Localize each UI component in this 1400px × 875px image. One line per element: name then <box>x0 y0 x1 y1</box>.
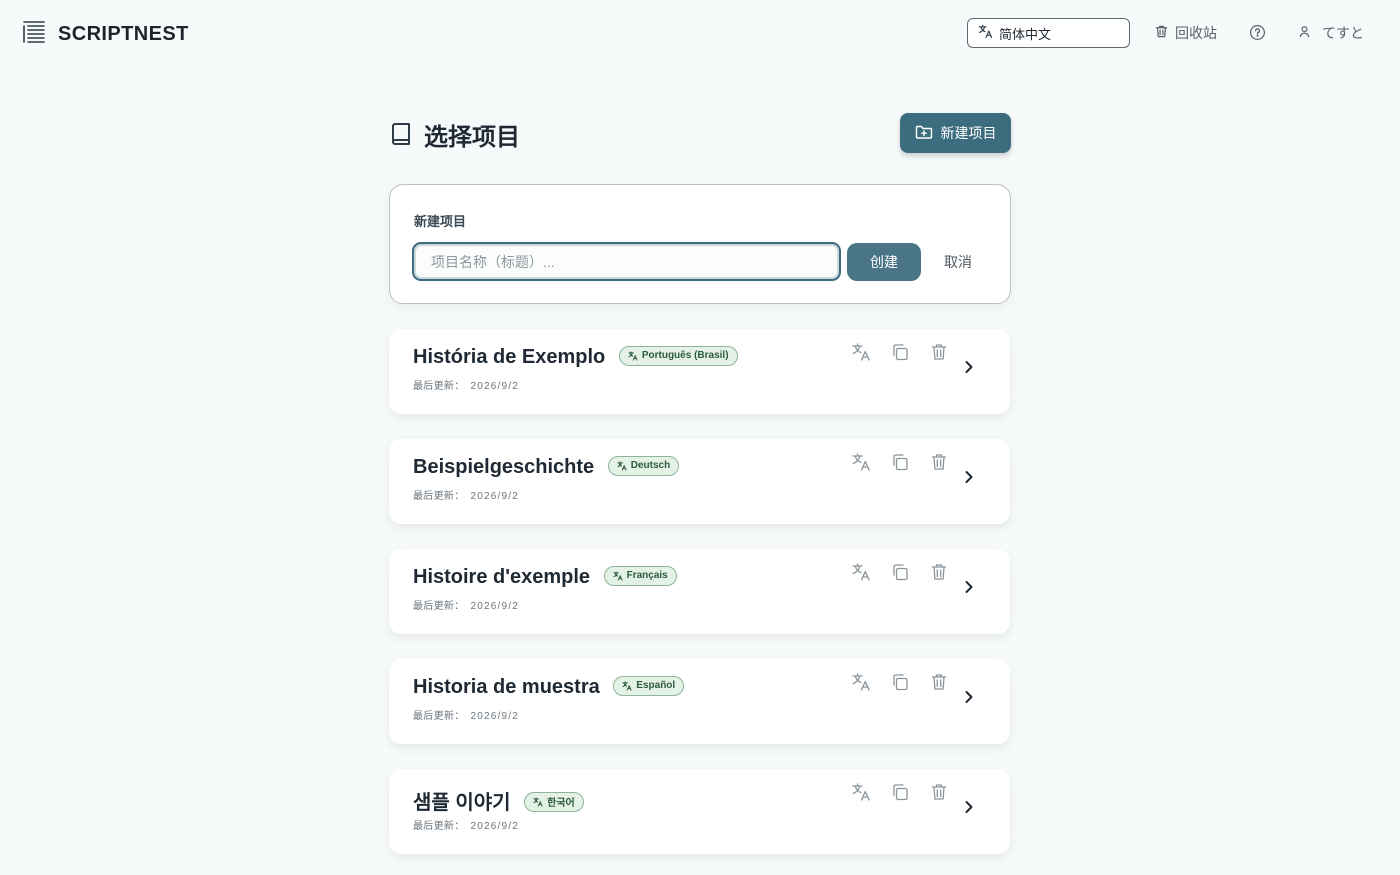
translate-icon[interactable] <box>851 562 871 582</box>
updated-label: 最后更新： <box>413 491 465 502</box>
translate-icon[interactable] <box>851 342 871 362</box>
translate-icon <box>613 571 623 581</box>
updated-date: 2026/9/2 <box>470 381 520 392</box>
translate-icon <box>628 351 638 361</box>
language-badge-label: 한국어 <box>547 798 575 810</box>
project-title-row: Historia de muestra Español <box>413 675 685 699</box>
card-actions <box>851 342 949 362</box>
trash-icon[interactable] <box>929 452 949 472</box>
user-icon <box>1297 24 1312 42</box>
user-menu[interactable]: てすと <box>1297 23 1364 43</box>
help-button[interactable] <box>1249 24 1266 41</box>
new-project-form: 新建项目 创建 取消 <box>389 184 1011 304</box>
updated-info: 最后更新： 2026/9/2 <box>413 487 519 502</box>
copy-icon[interactable] <box>890 342 910 362</box>
language-badge: Español <box>613 675 685 696</box>
project-name: Histoire d'exemple <box>413 566 591 588</box>
trash-icon[interactable] <box>929 782 949 802</box>
language-badge-label: Français <box>626 570 668 582</box>
chevron-right-icon[interactable] <box>961 468 977 486</box>
translate-icon <box>617 461 627 471</box>
card-actions <box>851 672 949 692</box>
card-actions <box>851 782 949 802</box>
language-badge-label: Português (Brasil) <box>641 350 729 362</box>
list-lines-icon <box>22 19 46 50</box>
project-name: Beispielgeschichte <box>413 456 595 478</box>
project-name: Historia de muestra <box>413 676 600 698</box>
updated-info: 最后更新： 2026/9/2 <box>413 377 519 392</box>
updated-label: 最后更新： <box>413 711 465 722</box>
page-title: 选择项目 <box>424 124 520 151</box>
form-label: 新建项目 <box>414 214 467 229</box>
book-icon <box>390 122 412 146</box>
app-logo[interactable]: SCRIPTNEST <box>22 19 189 50</box>
trash-icon[interactable] <box>929 562 949 582</box>
translate-icon[interactable] <box>851 452 871 472</box>
chevron-right-icon[interactable] <box>961 358 977 376</box>
updated-date: 2026/9/2 <box>470 711 520 722</box>
project-title-row: Histoire d'exemple Français <box>413 565 677 589</box>
trash-icon <box>1154 24 1169 42</box>
language-badge: Français <box>603 565 677 586</box>
updated-label: 最后更新： <box>413 601 465 612</box>
trash-link[interactable]: 回收站 <box>1154 23 1217 43</box>
translate-icon[interactable] <box>851 672 871 692</box>
language-badge-label: Deutsch <box>630 460 671 472</box>
project-name: 샘플 이야기 <box>413 792 511 814</box>
updated-info: 最后更新： 2026/9/2 <box>413 597 519 612</box>
chevron-right-icon[interactable] <box>961 798 977 816</box>
project-card[interactable]: Histoire d'exemple Français 最后更新： 2026/9/… <box>389 549 1010 634</box>
project-name: História de Exemplo <box>413 346 606 368</box>
chevron-right-icon[interactable] <box>961 688 977 706</box>
cancel-button[interactable]: 取消 <box>938 243 978 281</box>
translate-icon <box>622 681 632 691</box>
project-card[interactable]: História de Exemplo Português (Brasil) 最… <box>389 329 1010 414</box>
translate-icon <box>978 24 993 42</box>
copy-icon[interactable] <box>890 672 910 692</box>
project-title-row: História de Exemplo Português (Brasil) <box>413 345 738 369</box>
new-project-button[interactable]: 新建项目 <box>900 113 1011 153</box>
language-badge: Português (Brasil) <box>618 345 738 366</box>
updated-info: 最后更新： 2026/9/2 <box>413 707 519 722</box>
project-name-input[interactable] <box>412 242 841 281</box>
trash-icon[interactable] <box>929 342 949 362</box>
language-badge-label: Español <box>636 680 676 692</box>
updated-info: 最后更新： 2026/9/2 <box>413 817 519 832</box>
updated-label: 最后更新： <box>413 381 465 392</box>
folder-plus-icon <box>915 123 933 144</box>
language-badge: Deutsch <box>607 455 680 476</box>
language-badge: 한국어 <box>524 791 584 812</box>
card-actions <box>851 452 949 472</box>
trash-icon[interactable] <box>929 672 949 692</box>
new-project-label: 新建项目 <box>940 125 997 141</box>
project-card[interactable]: 샘플 이야기 한국어 最后更新： 2026/9/2 <box>389 769 1010 854</box>
updated-date: 2026/9/2 <box>470 491 520 502</box>
project-title-row: Beispielgeschichte Deutsch <box>413 455 680 479</box>
user-name: てすと <box>1322 25 1364 41</box>
page-title-row: 选择项目 新建项目 <box>390 113 1011 153</box>
language-select-value: 简体中文 <box>999 26 1052 42</box>
translate-icon[interactable] <box>851 782 871 802</box>
copy-icon[interactable] <box>890 562 910 582</box>
copy-icon[interactable] <box>890 782 910 802</box>
chevron-right-icon[interactable] <box>961 578 977 596</box>
updated-date: 2026/9/2 <box>470 821 520 832</box>
updated-date: 2026/9/2 <box>470 601 520 612</box>
create-button[interactable]: 创建 <box>847 243 921 281</box>
language-select[interactable]: 简体中文 <box>967 18 1130 48</box>
card-actions <box>851 562 949 582</box>
project-title-row: 샘플 이야기 한국어 <box>413 786 584 815</box>
trash-label: 回收站 <box>1175 25 1217 41</box>
help-circle-icon <box>1249 24 1266 45</box>
project-card[interactable]: Beispielgeschichte Deutsch 最后更新： 2026/9/2 <box>389 439 1010 524</box>
project-card[interactable]: Historia de muestra Español 最后更新： 2026/9/… <box>389 659 1010 744</box>
app-header: SCRIPTNEST 简体中文 回收站 てすと <box>0 0 1400 66</box>
updated-label: 最后更新： <box>413 821 465 832</box>
copy-icon[interactable] <box>890 452 910 472</box>
translate-icon <box>533 797 543 807</box>
app-name: SCRIPTNEST <box>58 23 189 45</box>
